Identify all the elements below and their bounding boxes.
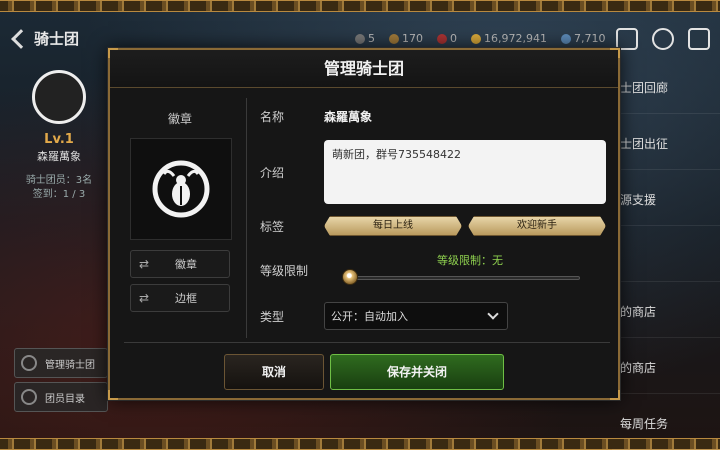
guild-name: 森羅萬象 (37, 150, 81, 163)
chat-icon[interactable] (652, 28, 674, 50)
screen-title: 骑士团 (34, 30, 80, 48)
swap-icon: ⇄ (139, 291, 150, 305)
level-limit-label: 等级限制 (260, 264, 309, 278)
gold-icon (471, 33, 481, 44)
checkin-count: 签到：1 / 3 (32, 189, 86, 200)
guild-sidebar: Lv.1 森羅萬象 骑士团员：3名 签到：1 / 3 (0, 60, 108, 360)
swap-icon: ⇄ (139, 257, 150, 271)
menu-item-shop-2[interactable]: 的商店 (612, 342, 720, 394)
cancel-button[interactable]: 取消 (224, 354, 324, 390)
tag-daily-online[interactable]: 每日上线 (324, 216, 462, 236)
guild-stats: 骑士团员：3名 签到：1 / 3 (0, 174, 118, 202)
menu-item-support[interactable]: 源支援 (612, 174, 720, 226)
chevron-down-icon (487, 308, 499, 320)
manage-guild-button[interactable]: 管理骑士团 (14, 348, 108, 378)
tags-label: 标签 (260, 220, 285, 234)
change-frame-button[interactable]: ⇄ 边框 (130, 284, 230, 312)
menu-item-guild-hall[interactable]: 士团回廊 (612, 62, 720, 114)
resource-bar: 5 170 0 16,972,941 7,710 (355, 32, 605, 45)
emblem-preview (130, 138, 232, 240)
resource-b: 170 (389, 32, 423, 45)
type-label: 类型 (260, 310, 285, 324)
intro-textarea[interactable]: 萌新团，群号735548422 (324, 140, 606, 204)
menu-item-shop-1[interactable]: 的商店 (612, 286, 720, 338)
slider-handle[interactable] (342, 269, 358, 285)
resource-b-icon (389, 33, 399, 44)
mail-icon[interactable] (616, 28, 638, 50)
beetle-emblem-icon (152, 160, 210, 218)
member-list-button[interactable]: 团员目录 (14, 382, 108, 412)
guild-emblem-icon (32, 70, 86, 124)
intro-label: 介绍 (260, 166, 285, 180)
resource-c-icon (437, 33, 447, 44)
resource-a-icon (355, 33, 365, 44)
resource-a: 5 (355, 32, 375, 45)
crystal: 7,710 (560, 32, 605, 45)
right-menu: 士团回廊 士团出征 源支援 的商店 的商店 每周任务 (612, 60, 720, 450)
change-emblem-button[interactable]: ⇄ 徽章 (130, 250, 230, 278)
emblem-label: 徽章 (167, 112, 192, 126)
crystal-icon (560, 33, 571, 44)
menu-item-blank[interactable] (612, 230, 720, 282)
member-count: 骑士团员：3名 (25, 175, 93, 186)
name-label: 名称 (260, 110, 285, 124)
corner-ornament (610, 390, 620, 400)
dialog-title: 管理骑士团 (110, 50, 618, 88)
divider-vertical (246, 98, 247, 338)
join-type-select[interactable]: 公开：自动加入 (324, 302, 508, 330)
level-limit-value: 等级限制：无 (437, 254, 503, 267)
back-button[interactable]: 骑士团 (10, 28, 79, 49)
chevron-left-icon (11, 28, 31, 49)
manage-guild-dialog: 管理骑士团 徽章 ⇄ 徽章 ⇄ 边框 名称 森羅萬象 介绍 萌新团，群号7355… (108, 48, 620, 400)
decorative-frame-top (0, 0, 720, 12)
divider-horizontal (124, 342, 610, 343)
save-and-close-button[interactable]: 保存并关闭 (330, 354, 504, 390)
top-icons (616, 28, 710, 50)
menu-item-guild-expedition[interactable]: 士团出征 (612, 118, 720, 170)
level-limit-slider[interactable] (350, 276, 580, 280)
guild-level: Lv.1 (44, 132, 74, 147)
menu-grid-icon[interactable] (688, 28, 710, 50)
gear-icon (21, 355, 37, 371)
menu-item-weekly-quest[interactable]: 每周任务 (612, 398, 720, 450)
gold: 16,972,941 (471, 32, 547, 45)
resource-c: 0 (437, 32, 457, 45)
tag-welcome-newbies[interactable]: 欢迎新手 (468, 216, 606, 236)
guild-name-value: 森羅萬象 (324, 110, 373, 124)
person-icon (21, 389, 37, 405)
corner-ornament (108, 390, 118, 400)
